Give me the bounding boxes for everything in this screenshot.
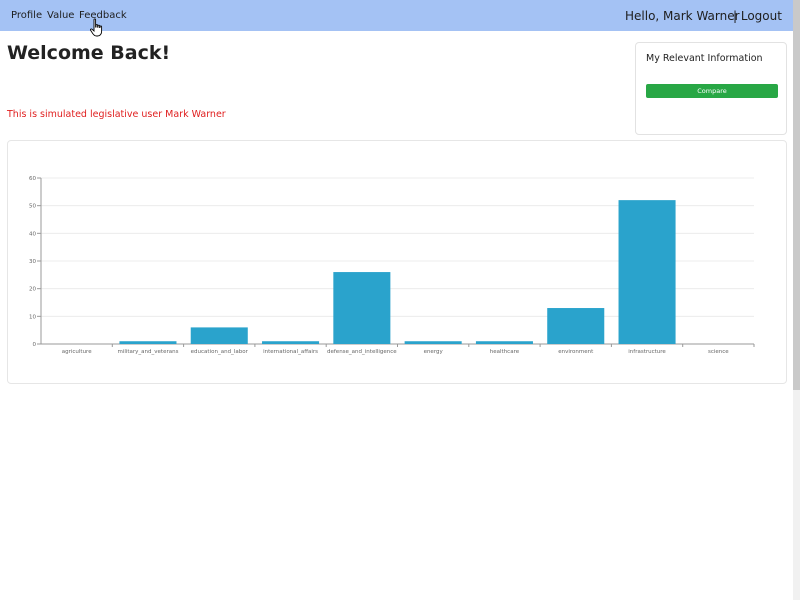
x-tick-label: defense_and_intelligence (327, 349, 397, 355)
bar-military_and_veterans[interactable] (119, 341, 177, 344)
x-tick-label: environment (558, 349, 594, 355)
bar-environment[interactable] (547, 308, 605, 344)
nav-link-profile[interactable]: Profile (11, 10, 42, 21)
scrollbar-thumb[interactable] (793, 0, 800, 390)
scrollbar-track[interactable] (793, 390, 800, 600)
compare-button[interactable]: Compare (646, 84, 778, 98)
bar-energy[interactable] (404, 341, 462, 344)
bar-chart: 0 10 20 30 40 50 60 agriculture military_and_vet… (29, 176, 755, 355)
relevant-info-title: My Relevant Information (646, 53, 763, 64)
x-tick-label: science (708, 349, 729, 355)
bar-healthcare[interactable] (475, 341, 533, 344)
y-tick-label: 10 (29, 314, 36, 320)
x-tick-label: energy (424, 349, 444, 355)
relevant-info-card: My Relevant Information Compare (635, 42, 787, 135)
bar-education_and_labor[interactable] (190, 327, 248, 344)
nav-link-value[interactable]: Value (47, 10, 74, 21)
bar-defense_and_intelligence[interactable] (333, 272, 391, 344)
y-tick-label: 60 (29, 176, 36, 182)
hand-cursor-icon (90, 18, 103, 37)
y-tick-label: 50 (29, 204, 36, 210)
simulated-user-notice: This is simulated legislative user Mark … (7, 109, 226, 120)
x-tick-label: military_and_veterans (117, 349, 178, 355)
y-tick-label: 0 (33, 342, 37, 348)
bar-infrastructure[interactable] (618, 200, 676, 344)
top-navbar: Profile Value Feedback Hello, Mark Warne… (0, 0, 793, 31)
x-tick-label: infrastructure (628, 349, 666, 355)
user-greeting: Hello, Mark Warner (625, 9, 740, 23)
logout-link[interactable]: | Logout (733, 9, 782, 23)
y-tick-label: 30 (29, 259, 36, 265)
x-tick-label: international_affairs (263, 349, 318, 355)
page-title: Welcome Back! (7, 42, 171, 64)
x-tick-label: healthcare (490, 349, 520, 355)
bar-international_affairs[interactable] (262, 341, 320, 344)
y-tick-label: 40 (29, 231, 36, 237)
y-tick-label: 20 (29, 287, 36, 293)
x-tick-label: education_and_labor (191, 349, 249, 355)
chart-card: 0 10 20 30 40 50 60 agriculture military_and_vet… (7, 140, 787, 384)
x-tick-label: agriculture (62, 349, 92, 355)
